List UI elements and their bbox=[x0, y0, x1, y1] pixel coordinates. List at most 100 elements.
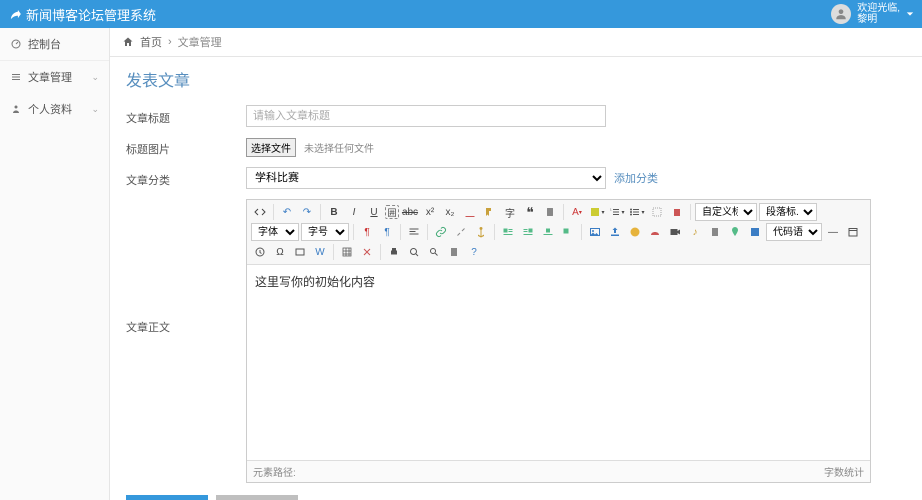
image-left-icon[interactable] bbox=[499, 223, 517, 241]
font-border-icon[interactable]: 囲 bbox=[385, 205, 399, 219]
selectall-icon[interactable] bbox=[648, 203, 666, 221]
sidebar-item-label: 个人资料 bbox=[28, 101, 72, 117]
unordered-list-icon[interactable]: ▾ bbox=[628, 203, 646, 221]
list-icon bbox=[10, 71, 22, 83]
help-icon[interactable]: ? bbox=[465, 243, 483, 261]
dashboard-icon bbox=[10, 38, 22, 50]
breadcrumb: 首页 › 文章管理 bbox=[110, 28, 922, 57]
date-icon[interactable] bbox=[844, 223, 862, 241]
delete-table-icon[interactable] bbox=[358, 243, 376, 261]
select-font-family[interactable]: 字体 bbox=[251, 223, 299, 241]
sidebar: 控制台 文章管理 ⌄ 个人资料 ⌄ bbox=[0, 28, 110, 500]
sidebar-item-label: 文章管理 bbox=[28, 69, 72, 85]
table-icon[interactable] bbox=[338, 243, 356, 261]
page-title: 发表文章 bbox=[126, 67, 906, 91]
emoticon-icon[interactable] bbox=[626, 223, 644, 241]
forecolor-icon[interactable]: A▾ bbox=[568, 203, 586, 221]
link-icon[interactable] bbox=[432, 223, 450, 241]
autotype-icon[interactable]: 字 bbox=[501, 203, 519, 221]
user-icon bbox=[10, 103, 22, 115]
map-icon[interactable] bbox=[726, 223, 744, 241]
chevron-down-icon: ⌄ bbox=[91, 104, 99, 115]
select-paragraph[interactable]: 段落标... bbox=[759, 203, 817, 221]
label-article-title: 文章标题 bbox=[126, 106, 246, 126]
select-category[interactable]: 学科比赛 bbox=[246, 167, 606, 189]
editor-body[interactable]: 这里写你的初始化内容 bbox=[247, 265, 870, 460]
backcolor-icon[interactable]: ▾ bbox=[588, 203, 606, 221]
word-count[interactable]: 字数统计 bbox=[824, 464, 864, 479]
redo-icon[interactable]: ↷ bbox=[298, 203, 316, 221]
sidebar-item-label: 控制台 bbox=[28, 36, 61, 52]
underline-icon[interactable]: U bbox=[365, 203, 383, 221]
video-icon[interactable] bbox=[666, 223, 684, 241]
svg-text:1: 1 bbox=[610, 208, 612, 212]
breadcrumb-current: 文章管理 bbox=[178, 34, 222, 50]
rich-text-editor: ↶ ↷ B I U 囲 abc x² x₂ 字 bbox=[246, 199, 871, 483]
attach-icon[interactable] bbox=[706, 223, 724, 241]
sidebar-item-dashboard[interactable]: 控制台 bbox=[0, 28, 109, 61]
search-replace-icon[interactable] bbox=[425, 243, 443, 261]
hr-icon[interactable]: — bbox=[824, 223, 842, 241]
gmap-icon[interactable] bbox=[746, 223, 764, 241]
music-icon[interactable]: ♪ bbox=[686, 223, 704, 241]
brand-title: 新闻博客论坛管理系统 bbox=[26, 5, 156, 24]
chevron-down-icon: ⌄ bbox=[91, 72, 99, 83]
element-path: 元素路径: bbox=[253, 464, 296, 479]
strikethrough-icon[interactable]: abc bbox=[401, 203, 419, 221]
image-center-icon[interactable] bbox=[539, 223, 557, 241]
print-icon[interactable] bbox=[385, 243, 403, 261]
simple-upload-icon[interactable] bbox=[606, 223, 624, 241]
insert-image-icon[interactable] bbox=[586, 223, 604, 241]
image-right-icon[interactable] bbox=[519, 223, 537, 241]
submit-button[interactable]: 确认发布 bbox=[126, 495, 208, 500]
unlink-icon[interactable] bbox=[452, 223, 470, 241]
topbar: 新闻博客论坛管理系统 欢迎光临, 黎明 bbox=[0, 0, 922, 28]
select-rowspacing[interactable]: 自定义标... bbox=[695, 203, 757, 221]
anchor-icon[interactable] bbox=[472, 223, 490, 241]
select-code-lang[interactable]: 代码语言 bbox=[766, 223, 822, 241]
undo-icon[interactable]: ↶ bbox=[278, 203, 296, 221]
preview-icon[interactable] bbox=[405, 243, 423, 261]
leaf-icon bbox=[8, 7, 22, 21]
superscript-icon[interactable]: x² bbox=[421, 203, 439, 221]
file-hint: 未选择任何文件 bbox=[304, 140, 374, 155]
ordered-list-icon[interactable]: 1▾ bbox=[608, 203, 626, 221]
welcome-text: 欢迎光临, bbox=[857, 3, 900, 14]
align-left-icon[interactable] bbox=[405, 223, 423, 241]
blockquote-icon[interactable]: ❝ bbox=[521, 203, 539, 221]
indent-icon[interactable]: ¶ bbox=[358, 223, 376, 241]
outdent-icon[interactable]: ¶ bbox=[378, 223, 396, 241]
cancel-button[interactable]: 取消发布 bbox=[216, 495, 298, 500]
label-article-body: 文章正文 bbox=[126, 199, 246, 335]
format-match-icon[interactable] bbox=[481, 203, 499, 221]
italic-icon[interactable]: I bbox=[345, 203, 363, 221]
label-title-image: 标题图片 bbox=[126, 137, 246, 157]
user-menu[interactable]: 欢迎光临, 黎明 bbox=[831, 3, 914, 25]
sidebar-item-profile[interactable]: 个人资料 ⌄ bbox=[0, 93, 109, 125]
scrawl-icon[interactable] bbox=[646, 223, 664, 241]
subscript-icon[interactable]: x₂ bbox=[441, 203, 459, 221]
snapscreen-icon[interactable] bbox=[291, 243, 309, 261]
image-none-icon[interactable] bbox=[559, 223, 577, 241]
brand: 新闻博客论坛管理系统 bbox=[8, 5, 156, 24]
input-article-title[interactable] bbox=[246, 105, 606, 127]
cleardoc-icon[interactable] bbox=[668, 203, 686, 221]
main: 首页 › 文章管理 发表文章 文章标题 标题图片 选择文件 未选择任何文件 文章… bbox=[110, 28, 922, 500]
caret-down-icon bbox=[906, 10, 914, 18]
add-category-link[interactable]: 添加分类 bbox=[614, 170, 658, 186]
label-category: 文章分类 bbox=[126, 168, 246, 188]
sidebar-item-articles[interactable]: 文章管理 ⌄ bbox=[0, 61, 109, 93]
bold-icon[interactable]: B bbox=[325, 203, 343, 221]
spechars-icon[interactable]: Ω bbox=[271, 243, 289, 261]
username: 黎明 bbox=[857, 14, 900, 25]
pasteplain-icon[interactable] bbox=[541, 203, 559, 221]
draft-icon[interactable] bbox=[445, 243, 463, 261]
breadcrumb-home[interactable]: 首页 bbox=[140, 34, 162, 50]
time-icon[interactable] bbox=[251, 243, 269, 261]
choose-file-button[interactable]: 选择文件 bbox=[246, 138, 296, 157]
home-icon bbox=[122, 36, 134, 48]
clear-format-icon[interactable] bbox=[461, 203, 479, 221]
source-icon[interactable] bbox=[251, 203, 269, 221]
wordimage-icon[interactable]: W bbox=[311, 243, 329, 261]
select-font-size[interactable]: 字号 bbox=[301, 223, 349, 241]
